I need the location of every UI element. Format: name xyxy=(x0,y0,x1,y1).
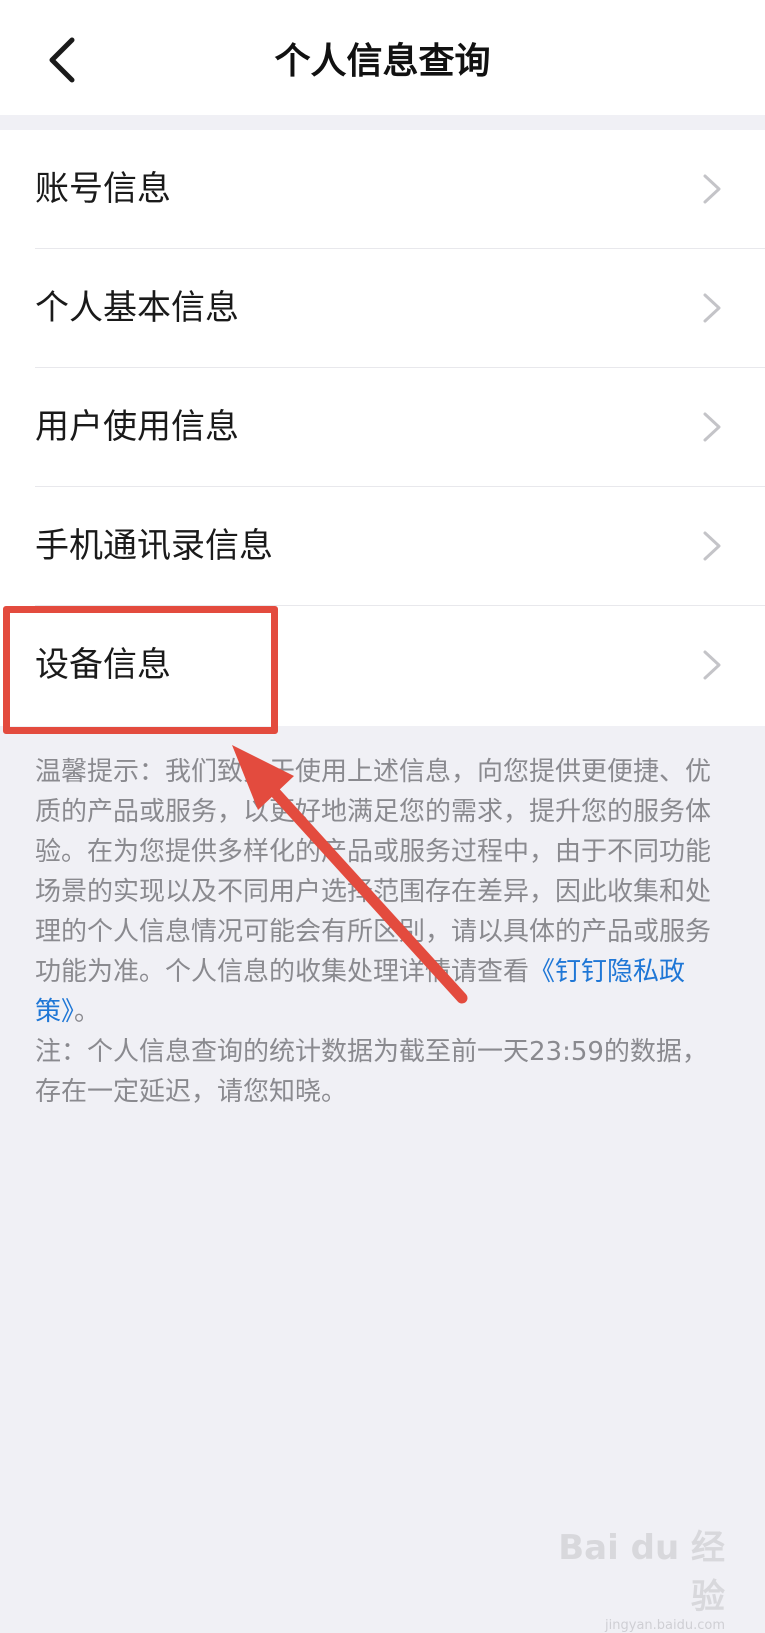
chevron-right-icon xyxy=(703,531,721,561)
menu-item-contacts-info[interactable]: 手机通讯录信息 xyxy=(0,487,765,606)
notice-tip-end: 。 xyxy=(74,997,101,1027)
watermark-brand: Bai du 经验 xyxy=(558,1528,725,1617)
menu-item-usage-info[interactable]: 用户使用信息 xyxy=(0,368,765,487)
info-menu-list: 账号信息 个人基本信息 用户使用信息 手机通讯录信息 设备信息 xyxy=(0,130,765,726)
menu-item-label: 账号信息 xyxy=(35,169,171,209)
notice-tip-text: 温馨提示：我们致力于使用上述信息，向您提供更便捷、优质的产品或服务，以更好地满足… xyxy=(35,757,712,987)
watermark-logo: Bai du 经验 jingyan.baidu.com xyxy=(545,1520,725,1633)
chevron-right-icon xyxy=(703,174,721,204)
chevron-right-icon xyxy=(703,412,721,442)
menu-item-account-info[interactable]: 账号信息 xyxy=(0,130,765,249)
chevron-right-icon xyxy=(703,650,721,680)
page-title: 个人信息查询 xyxy=(274,41,491,82)
menu-item-label: 手机通讯录信息 xyxy=(35,526,273,566)
privacy-notice: 温馨提示：我们致力于使用上述信息，向您提供更便捷、优质的产品或服务，以更好地满足… xyxy=(35,752,725,1112)
menu-item-label: 用户使用信息 xyxy=(35,407,239,447)
menu-item-device-info[interactable]: 设备信息 xyxy=(0,606,765,725)
menu-item-label: 设备信息 xyxy=(35,645,171,685)
chevron-right-icon xyxy=(703,293,721,323)
menu-item-basic-info[interactable]: 个人基本信息 xyxy=(0,249,765,368)
watermark-url: jingyan.baidu.com xyxy=(605,1618,725,1633)
menu-item-label: 个人基本信息 xyxy=(35,288,239,328)
notice-tip: 温馨提示：我们致力于使用上述信息，向您提供更便捷、优质的产品或服务，以更好地满足… xyxy=(35,752,725,1032)
notice-note: 注：个人信息查询的统计数据为截至前一天23:59的数据，存在一定延迟，请您知晓。 xyxy=(35,1037,708,1107)
